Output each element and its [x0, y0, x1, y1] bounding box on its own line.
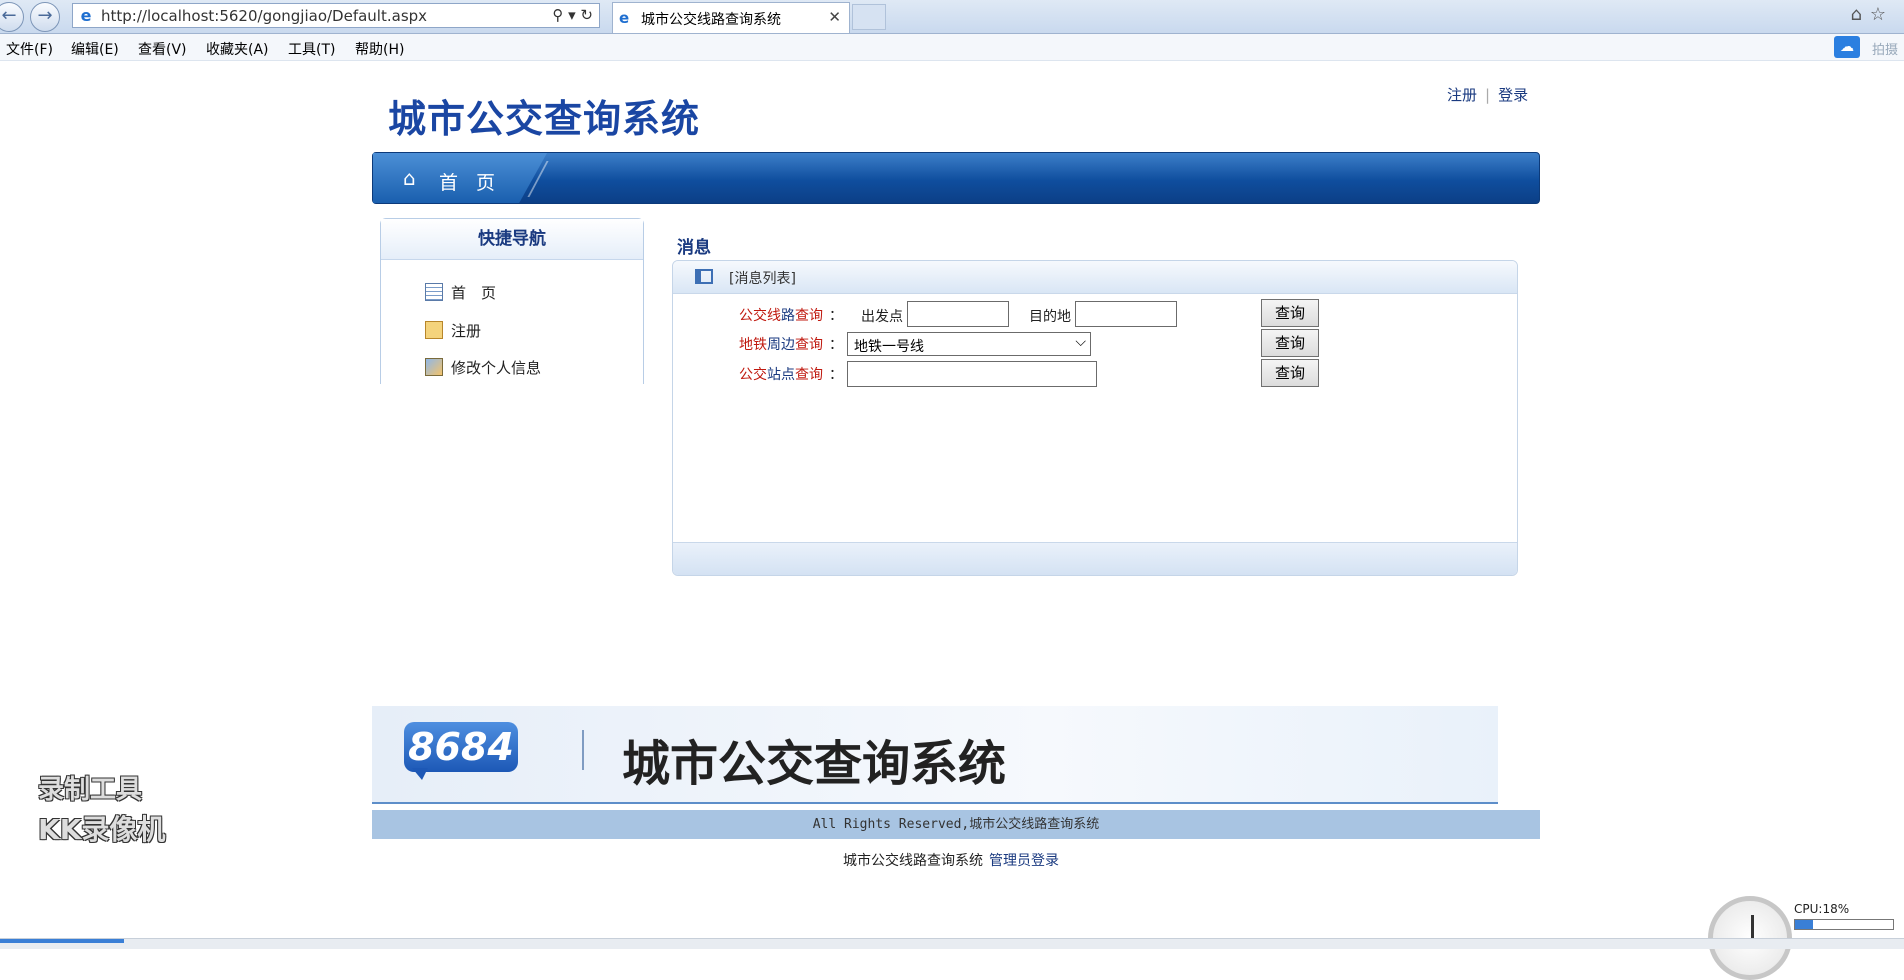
footer-banner: 8684 城市公交查询系统 [372, 706, 1498, 804]
from-label: 出发点 [861, 309, 903, 325]
ie-icon: e [80, 6, 92, 25]
metro-line-value: 地铁一号线 [854, 339, 924, 355]
admin-login-link[interactable]: 管理员登录 [989, 853, 1059, 869]
new-tab-button[interactable] [852, 4, 886, 30]
nav-home-label: 首 页 [439, 172, 502, 194]
footer-divider [582, 730, 584, 770]
quick-nav-title: 快捷导航 [381, 219, 643, 260]
sidebar-item-label: 修改个人信息 [451, 359, 542, 377]
logo-8684: 8684 [404, 722, 518, 772]
menu-favorites[interactable]: 收藏夹(A) [206, 39, 269, 59]
register-link[interactable]: 注册 [1447, 86, 1477, 104]
menu-view[interactable]: 查看(V) [138, 39, 187, 59]
footer-title: 城市公交查询系统 [622, 736, 1007, 792]
menu-edit[interactable]: 编辑(E) [71, 39, 119, 59]
cloud-icon[interactable]: ☁ [1834, 36, 1860, 58]
table-icon [425, 283, 443, 301]
sidebar-item-register[interactable]: 注册 [425, 320, 481, 341]
forward-button[interactable]: → [30, 2, 60, 32]
sidebar-item-label: 首 页 [451, 284, 497, 302]
main-nav: ⌂ 首 页 [372, 152, 1540, 204]
station-input[interactable] [847, 361, 1097, 387]
to-input[interactable] [1075, 301, 1177, 327]
to-label: 目的地 [1029, 309, 1071, 325]
browser-toolbar: ← → e http://localhost:5620/gongjiao/Def… [0, 0, 1904, 34]
menu-tools[interactable]: 工具(T) [288, 39, 335, 59]
nav-home-tab[interactable]: ⌂ 首 页 [373, 153, 547, 203]
search-icon[interactable]: ⚲ ▾ ↻ [552, 6, 593, 24]
copyright: All Rights Reserved,城市公交线路查询系统 [372, 810, 1540, 839]
watermark-line1: 录制工具 [38, 775, 143, 805]
panel-footer [673, 542, 1517, 575]
close-icon[interactable]: ✕ [828, 8, 841, 26]
tab-title: 城市公交线路查询系统 [641, 12, 781, 28]
login-link[interactable]: 登录 [1498, 86, 1528, 104]
metro-line-select[interactable]: 地铁一号线 ⌵ [847, 332, 1091, 356]
sidebar-item-label: 注册 [451, 322, 482, 340]
quick-nav: 快捷导航 首 页 注册 修改个人信息 [380, 218, 644, 384]
status-progress [0, 939, 124, 943]
bottom-site-name: 城市公交线路查询系统 [843, 853, 983, 869]
cpu-label: CPU:18% [1794, 902, 1850, 916]
panel-label: [消息列表] [729, 271, 796, 287]
route-query-button[interactable]: 查询 [1261, 299, 1319, 327]
browser-tab[interactable]: e 城市公交线路查询系统 ✕ [612, 2, 850, 33]
address-bar[interactable]: e http://localhost:5620/gongjiao/Default… [72, 3, 600, 28]
panel-icon [695, 269, 713, 284]
cpu-bar [1794, 919, 1894, 930]
clipboard-icon [425, 321, 443, 339]
section-title: 消息 [677, 238, 711, 258]
message-panel: [消息列表] 公交线路查询： 出发点 目的地 查询 地铁周边查询： 地铁一号线 … [672, 260, 1518, 576]
menu-right-text[interactable]: 拍摄 [1872, 39, 1898, 58]
metro-query-button[interactable]: 查询 [1261, 329, 1319, 357]
watermark-line2: KK录像机 [38, 813, 166, 846]
chevron-down-icon: ⌵ [1075, 334, 1086, 350]
ie-tab-icon: e [619, 9, 630, 27]
panel-header: [消息列表] [673, 261, 1517, 294]
top-links: 注册 | 登录 [1447, 86, 1529, 104]
status-bar [0, 938, 1904, 949]
sidebar-item-home[interactable]: 首 页 [425, 282, 496, 303]
metro-query-label: 地铁周边查询： [739, 337, 843, 353]
station-query-label: 公交站点查询： [739, 367, 843, 383]
station-query-button[interactable]: 查询 [1261, 359, 1319, 387]
house-icon: ⌂ [403, 166, 416, 190]
menu-file[interactable]: 文件(F) [6, 39, 53, 59]
cpu-bar-fill [1795, 920, 1813, 929]
url-text: http://localhost:5620/gongjiao/Default.a… [101, 7, 428, 25]
route-query-label: 公交线路查询： [739, 308, 843, 324]
sidebar-item-profile[interactable]: 修改个人信息 [425, 357, 541, 378]
from-input[interactable] [907, 301, 1009, 327]
back-button[interactable]: ← [0, 2, 24, 32]
edit-profile-icon [425, 358, 443, 376]
home-icon[interactable]: ⌂☆ [1850, 4, 1894, 25]
menu-bar: 文件(F) 编辑(E) 查看(V) 收藏夹(A) 工具(T) 帮助(H) ☁ 拍… [0, 34, 1904, 61]
menu-help[interactable]: 帮助(H) [355, 39, 404, 59]
logo-tail [412, 768, 428, 780]
site-title: 城市公交查询系统 [388, 97, 701, 141]
bottom-links: 城市公交线路查询系统 管理员登录 [843, 850, 1059, 870]
